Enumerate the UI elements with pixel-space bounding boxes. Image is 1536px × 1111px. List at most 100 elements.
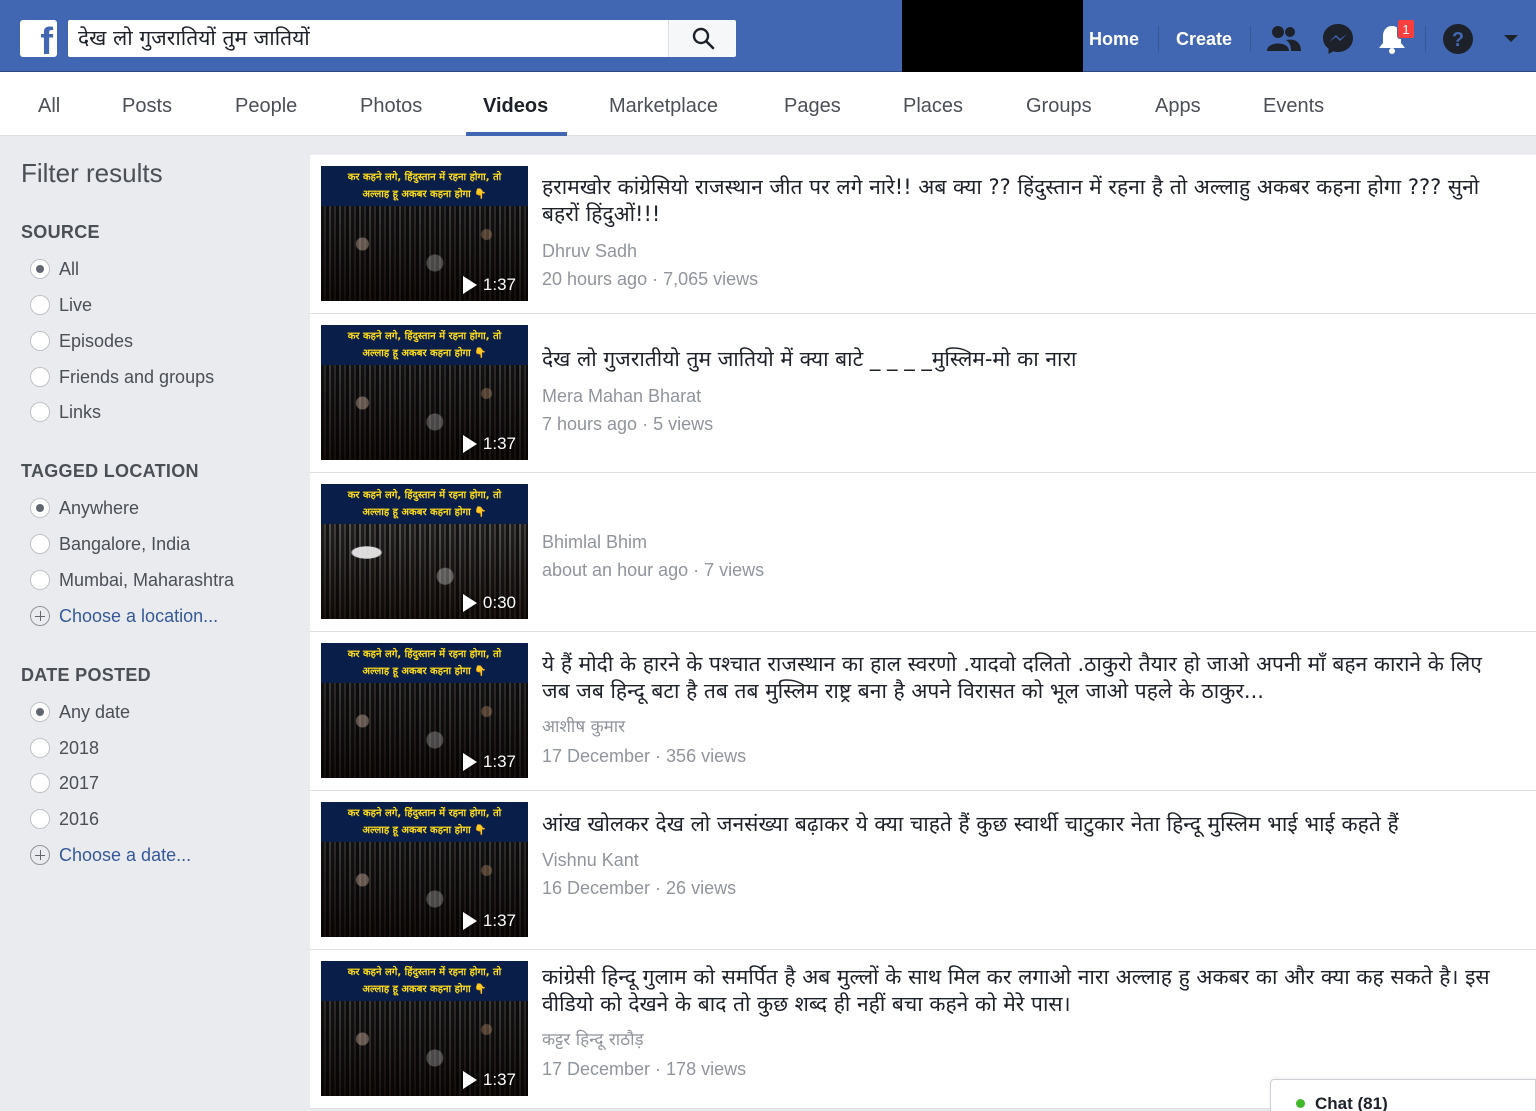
date-option-2018[interactable]: 2018 — [30, 737, 99, 759]
radio[interactable] — [30, 809, 50, 829]
source-option-all[interactable]: All — [30, 258, 79, 280]
video-title-link[interactable]: आंख खोलकर देख लो जनसंख्या बढ़ाकर ये क्या… — [542, 811, 1517, 839]
account-menu-chevron-down-icon[interactable] — [1503, 34, 1519, 44]
tab-places[interactable]: Places — [903, 94, 963, 118]
video-result-row[interactable]: कर कहने लगे, हिंदुस्तान में रहना होगा, त… — [310, 632, 1536, 791]
source-option-episodes[interactable]: Episodes — [30, 330, 133, 352]
radio[interactable] — [30, 773, 50, 793]
search-icon — [692, 27, 715, 50]
source-option-live[interactable]: Live — [30, 294, 92, 316]
tab-photos[interactable]: Photos — [360, 94, 422, 118]
tab-events[interactable]: Events — [1263, 94, 1324, 118]
filter-results-title: Filter results — [21, 158, 163, 188]
video-thumbnail[interactable]: कर कहने लगे, हिंदुस्तान में रहना होगा, त… — [321, 643, 528, 778]
video-result-row[interactable]: कर कहने लगे, हिंदुस्तान में रहना होगा, त… — [310, 155, 1536, 314]
plus-icon — [30, 606, 50, 626]
radio-selected[interactable] — [30, 702, 50, 722]
tab-groups[interactable]: Groups — [1026, 94, 1092, 118]
choose-location-label[interactable]: Choose a location... — [59, 606, 218, 627]
messenger-icon[interactable] — [1322, 23, 1354, 55]
tab-all[interactable]: All — [38, 94, 60, 118]
option-label: Any date — [59, 701, 131, 722]
svg-text:?: ? — [1452, 29, 1464, 51]
location-option-anywhere[interactable]: Anywhere — [30, 497, 139, 519]
video-meta: 7 hours ago · 5 views — [542, 414, 714, 434]
video-author[interactable]: Vishnu Kant — [542, 850, 639, 871]
choose-date-link[interactable]: Choose a date... — [30, 844, 191, 866]
radio[interactable] — [30, 738, 50, 758]
tab-pages[interactable]: Pages — [784, 94, 841, 118]
choose-location-link[interactable]: Choose a location... — [30, 605, 218, 627]
source-section-title: SOURCE — [21, 222, 100, 242]
video-author[interactable]: कट्टर हिन्दू राठौड़ — [542, 1027, 644, 1050]
video-author[interactable]: आशीष कुमार — [542, 714, 625, 737]
video-author[interactable]: Dhruv Sadh — [542, 241, 637, 262]
create-link[interactable]: Create — [1176, 28, 1232, 50]
tab-posts[interactable]: Posts — [122, 94, 172, 118]
facebook-logo-icon[interactable]: f — [20, 20, 57, 61]
radio-selected[interactable] — [30, 498, 50, 518]
friend-requests-icon[interactable] — [1267, 24, 1301, 52]
home-link[interactable]: Home — [1089, 28, 1139, 50]
video-title-link[interactable]: कांग्रेसी हिन्दू गुलाम को समर्पित है अब … — [542, 964, 1502, 1020]
radio[interactable] — [30, 295, 50, 315]
video-meta: 16 December · 26 views — [542, 878, 737, 898]
radio[interactable] — [30, 534, 50, 554]
notification-count-badge: 1 — [1397, 19, 1415, 39]
video-author[interactable]: Bhimlal Bhim — [542, 532, 647, 553]
active-tab-indicator — [466, 132, 567, 136]
video-author[interactable]: Mera Mahan Bharat — [542, 386, 701, 407]
tab-videos[interactable]: Videos — [483, 94, 548, 118]
video-title-link[interactable]: देख लो गुजरातीयो तुम जातियो में क्या बाट… — [542, 346, 1502, 374]
video-duration: 1:37 — [462, 911, 516, 931]
search-button[interactable] — [668, 20, 736, 57]
option-label: Episodes — [59, 330, 134, 351]
option-label: 2017 — [59, 772, 100, 793]
video-meta: 17 December · 178 views — [542, 1059, 747, 1079]
date-option-2016[interactable]: 2016 — [30, 808, 99, 830]
video-title-link[interactable] — [542, 493, 1502, 521]
video-thumbnail[interactable]: कर कहने लगे, हिंदुस्तान में रहना होगा, त… — [321, 484, 528, 619]
search-tabs: All Posts People Photos Videos Marketpla… — [0, 72, 1536, 136]
video-thumbnail[interactable]: कर कहने लगे, हिंदुस्तान में रहना होगा, त… — [321, 802, 528, 937]
video-meta: about an hour ago · 7 views — [542, 560, 765, 580]
video-duration: 1:37 — [462, 275, 516, 295]
tab-marketplace[interactable]: Marketplace — [609, 94, 718, 118]
option-label: Friends and groups — [59, 366, 215, 387]
tab-apps[interactable]: Apps — [1155, 94, 1201, 118]
source-option-friends-groups[interactable]: Friends and groups — [30, 366, 214, 388]
chat-sidebar-toggle[interactable]: Chat (81) — [1270, 1079, 1536, 1111]
video-title-link[interactable]: ये हैं मोदी के हारने के पश्चात राजस्थान … — [542, 651, 1502, 707]
nav-divider — [1425, 26, 1426, 52]
location-option-bangalore[interactable]: Bangalore, India — [30, 533, 190, 555]
choose-date-label[interactable]: Choose a date... — [59, 845, 191, 866]
radio-selected[interactable] — [30, 259, 50, 279]
option-label: All — [59, 258, 80, 279]
radio[interactable] — [30, 331, 50, 351]
radio[interactable] — [30, 402, 50, 422]
tab-people[interactable]: People — [235, 94, 297, 118]
video-thumbnail[interactable]: कर कहने लगे, हिंदुस्तान में रहना होगा, त… — [321, 325, 528, 460]
date-option-2017[interactable]: 2017 — [30, 772, 99, 794]
video-meta: 20 hours ago · 7,065 views — [542, 269, 759, 289]
search-input[interactable]: देख लो गुजरातियों तुम जातियों — [68, 20, 668, 57]
location-section-title: TAGGED LOCATION — [21, 461, 199, 481]
video-title-link[interactable]: हरामखोर कांग्रेसियो राजस्थान जीत पर लगे … — [542, 174, 1502, 230]
video-thumbnail[interactable]: कर कहने लगे, हिंदुस्तान में रहना होगा, त… — [321, 961, 528, 1096]
video-result-row[interactable]: कर कहने लगे, हिंदुस्तान में रहना होगा, त… — [310, 314, 1536, 473]
radio[interactable] — [30, 570, 50, 590]
help-icon[interactable]: ? — [1442, 23, 1474, 55]
video-result-row[interactable]: कर कहने लगे, हिंदुस्तान में रहना होगा, त… — [310, 473, 1536, 632]
plus-icon — [30, 845, 50, 865]
video-thumbnail[interactable]: कर कहने लगे, हिंदुस्तान में रहना होगा, त… — [321, 166, 528, 301]
thumbnail-caption: कर कहने लगे, हिंदुस्तान में रहना होगा, त… — [321, 484, 528, 524]
radio[interactable] — [30, 367, 50, 387]
play-icon — [462, 1071, 477, 1089]
source-option-links[interactable]: Links — [30, 401, 101, 423]
video-result-row[interactable]: कर कहने लगे, हिंदुस्तान में रहना होगा, त… — [310, 791, 1536, 950]
video-results-list: कर कहने लगे, हिंदुस्तान में रहना होगा, त… — [310, 155, 1536, 1109]
nav-divider — [1158, 26, 1159, 52]
location-option-mumbai[interactable]: Mumbai, Maharashtra — [30, 569, 234, 591]
option-label: 2018 — [59, 737, 100, 758]
date-option-any[interactable]: Any date — [30, 701, 130, 723]
